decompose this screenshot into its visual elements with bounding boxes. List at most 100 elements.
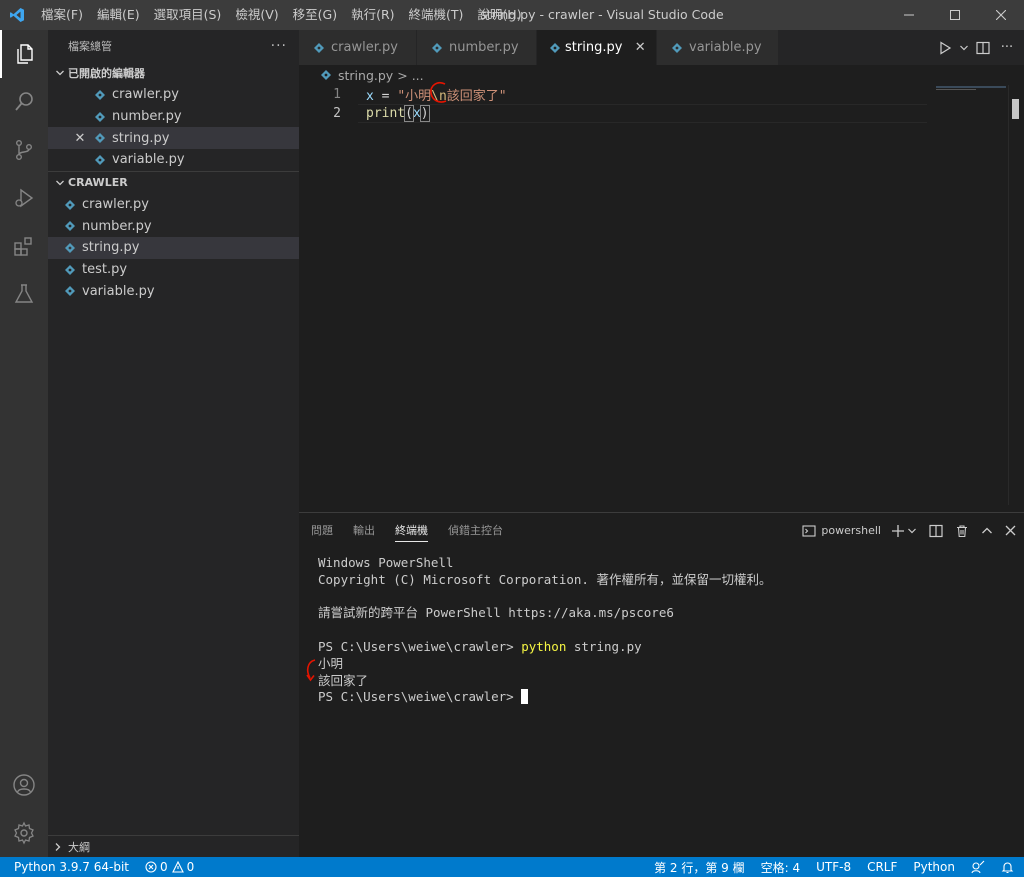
- editor-scrollbar[interactable]: [1008, 85, 1022, 505]
- close-panel-button[interactable]: [1005, 520, 1016, 542]
- tab-output[interactable]: 輸出: [353, 513, 375, 548]
- menu-view[interactable]: 檢視(V): [228, 0, 285, 30]
- python-file-icon: [311, 40, 327, 56]
- tab-string[interactable]: string.py ✕: [537, 30, 657, 65]
- encoding[interactable]: UTF-8: [808, 857, 859, 877]
- minimap[interactable]: [936, 85, 1008, 95]
- bracket-token: ): [419, 105, 430, 122]
- code-line-2: 2 print(x): [299, 104, 939, 123]
- open-editor-item[interactable]: ✕ string.py: [48, 127, 299, 150]
- menu-terminal[interactable]: 終端機(T): [402, 0, 471, 30]
- file-item[interactable]: crawler.py: [48, 194, 299, 216]
- status-bar: Python 3.9.7 64-bit 0 0 第 2 行，第 9 欄 空格: …: [0, 857, 1024, 877]
- source-control-icon[interactable]: [0, 126, 48, 174]
- menu-edit[interactable]: 編輯(E): [90, 0, 147, 30]
- operator-token: =: [373, 89, 398, 104]
- terminal-command: python: [521, 638, 567, 654]
- breadcrumb-separator: >: [397, 67, 408, 83]
- scroll-cursor-marker: [1012, 99, 1019, 119]
- language-mode[interactable]: Python: [905, 857, 963, 877]
- file-label: variable.py: [82, 283, 155, 299]
- open-editor-item[interactable]: number.py: [48, 106, 299, 128]
- run-options-dropdown[interactable]: [958, 37, 970, 59]
- terminal-output[interactable]: Windows PowerShell Copyright (C) Microso…: [318, 555, 771, 706]
- open-editor-item[interactable]: variable.py: [48, 149, 299, 171]
- more-icon: ···: [1000, 40, 1014, 55]
- gear-icon[interactable]: [0, 809, 48, 857]
- string-token: 該回家了": [446, 89, 507, 104]
- code-editor[interactable]: 1 x = "小明\n該回家了" 2 print(x): [299, 81, 939, 123]
- open-editors-section[interactable]: 已開啟的編輯器: [48, 62, 299, 84]
- run-python-button[interactable]: [934, 37, 956, 59]
- search-icon[interactable]: [0, 78, 48, 126]
- run-debug-icon[interactable]: [0, 174, 48, 222]
- maximize-panel-button[interactable]: [981, 520, 993, 542]
- close-icon: [1005, 525, 1016, 536]
- editor-tabs: crawler.py number.py string.py ✕ variabl…: [299, 30, 1024, 65]
- more-actions-icon[interactable]: ···: [271, 38, 287, 54]
- menu-go[interactable]: 移至(G): [286, 0, 344, 30]
- tab-terminal[interactable]: 終端機: [395, 513, 428, 548]
- explorer-icon[interactable]: [0, 30, 48, 78]
- kill-terminal-button[interactable]: [955, 520, 969, 542]
- accounts-icon[interactable]: [0, 761, 48, 809]
- end-of-line[interactable]: CRLF: [859, 857, 905, 877]
- plus-icon: [892, 524, 904, 537]
- tab-variable[interactable]: variable.py: [657, 30, 779, 65]
- tab-debug-console[interactable]: 偵錯主控台: [448, 513, 503, 548]
- current-line-highlight: [358, 104, 927, 123]
- more-actions-button[interactable]: ···: [996, 37, 1018, 59]
- file-item[interactable]: variable.py: [48, 281, 299, 303]
- breadcrumb-symbols[interactable]: ...: [412, 68, 424, 83]
- notifications-button[interactable]: [993, 857, 1024, 877]
- feedback-icon: [971, 860, 985, 874]
- python-file-icon: [62, 240, 78, 256]
- close-window-button[interactable]: [978, 0, 1024, 30]
- code-line-1: 1 x = "小明\n該回家了": [299, 81, 939, 104]
- problems-status[interactable]: 0 0: [137, 857, 202, 877]
- cursor-position[interactable]: 第 2 行，第 9 欄: [646, 857, 753, 877]
- open-editor-item[interactable]: crawler.py: [48, 84, 299, 106]
- testing-flask-icon[interactable]: [0, 270, 48, 318]
- extensions-icon[interactable]: [0, 222, 48, 270]
- python-file-icon: [549, 40, 561, 56]
- tab-number[interactable]: number.py: [417, 30, 537, 65]
- file-item[interactable]: number.py: [48, 215, 299, 237]
- terminal-dropdown[interactable]: [907, 520, 917, 542]
- status-bar-right: 第 2 行，第 9 欄 空格: 4 UTF-8 CRLF Python: [646, 857, 1024, 877]
- new-terminal-button[interactable]: [891, 520, 905, 542]
- menu-selection[interactable]: 選取項目(S): [147, 0, 229, 30]
- breadcrumb-file[interactable]: string.py: [338, 68, 393, 83]
- split-terminal-button[interactable]: [929, 520, 943, 542]
- python-file-icon: [318, 67, 334, 83]
- menu-help[interactable]: 說明(H): [470, 0, 528, 30]
- feedback-button[interactable]: [963, 857, 993, 877]
- close-icon[interactable]: ✕: [72, 131, 88, 146]
- menu-run[interactable]: 執行(R): [344, 0, 401, 30]
- maximize-button[interactable]: [932, 0, 978, 30]
- line-number: 2: [333, 106, 341, 121]
- red-annotation-arrow-icon: [306, 659, 316, 682]
- folder-section[interactable]: CRAWLER: [48, 172, 299, 194]
- tab-problems[interactable]: 問題: [311, 513, 333, 548]
- terminal-shell-selector[interactable]: powershell: [802, 520, 881, 542]
- vscode-logo-icon: [0, 0, 34, 30]
- trash-icon: [957, 524, 967, 537]
- outline-section[interactable]: 大綱: [48, 835, 299, 857]
- close-icon[interactable]: ✕: [634, 40, 646, 55]
- split-editor-icon: [976, 41, 990, 54]
- menu-file[interactable]: 檔案(F): [34, 0, 90, 30]
- close-icon: [996, 10, 1006, 20]
- minimize-button[interactable]: [886, 0, 932, 30]
- bell-icon: [1001, 861, 1014, 873]
- python-interpreter[interactable]: Python 3.9.7 64-bit: [0, 857, 137, 877]
- file-item[interactable]: string.py: [48, 237, 299, 259]
- indentation[interactable]: 空格: 4: [753, 857, 809, 877]
- split-terminal-icon: [929, 524, 943, 537]
- file-item[interactable]: test.py: [48, 259, 299, 281]
- split-editor-button[interactable]: [972, 37, 994, 59]
- variable-token: x: [366, 89, 374, 104]
- tab-crawler[interactable]: crawler.py: [299, 30, 417, 65]
